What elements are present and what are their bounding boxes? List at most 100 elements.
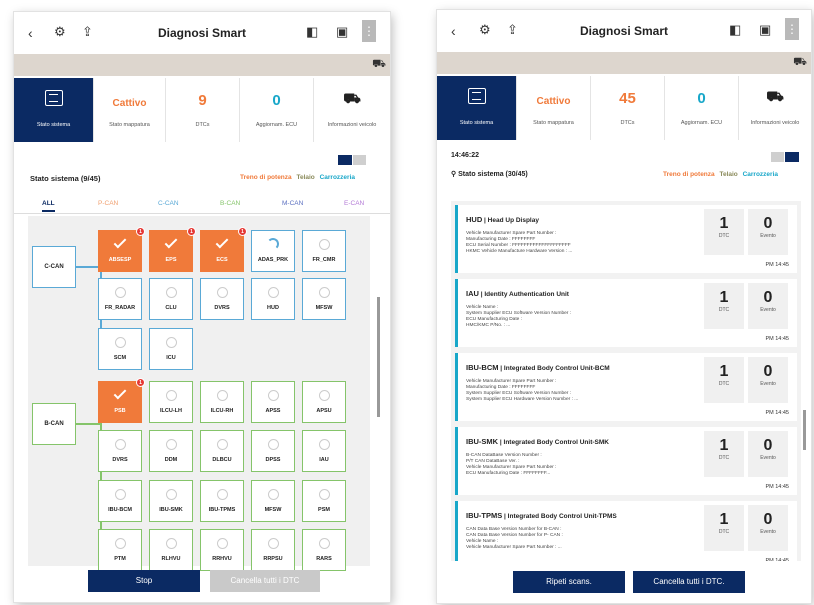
status-icon [267,538,279,549]
clear-all-dtc-button[interactable]: Cancella tutti i DTC [210,570,320,592]
stop-button[interactable]: Stop [88,570,200,592]
ecu-node[interactable]: DVRS [98,430,142,472]
dtc-counter[interactable]: 1 DTC [704,283,744,329]
ecu-node[interactable]: APSS [251,381,295,423]
ecu-card[interactable]: IBU-SMK | Integrated Body Control Unit-S… [455,427,797,495]
scrollbar[interactable] [377,297,380,417]
search-icon[interactable]: ⚲ [451,171,456,178]
list-view-icon[interactable] [785,152,799,162]
list-view-icon[interactable] [353,155,366,165]
tab-c-can[interactable]: C-CAN [158,200,179,207]
event-counter[interactable]: 0 Evento [748,357,788,403]
ecu-node[interactable]: ILCU-LH [149,381,193,423]
ecu-node[interactable]: ICU [149,328,193,370]
screenshot-icon[interactable]: ▣ [759,22,775,38]
bus-map: C-CAN B-CAN ABSESP 1 EPS 1 ECS 1 ADAS_PRK FR_CM… [28,216,370,571]
ecu-node[interactable]: IBU-BCM [98,480,142,522]
ecu-node[interactable]: DVRS [200,278,244,320]
screenshot-icon[interactable]: ▣ [336,24,352,40]
tab-m-can[interactable]: M-CAN [282,200,303,207]
event-counter[interactable]: 0 Evento [748,209,788,255]
tab-all[interactable]: ALL [42,200,55,212]
vehicle-strip: ⛟ [14,54,390,76]
tab-dtcs[interactable]: 9 DTCs [166,78,240,142]
tab-system-status[interactable]: Stato sistema [14,78,94,142]
ecu-node[interactable]: HUD [251,278,295,320]
ecu-node[interactable]: RRHVU [200,529,244,571]
ecu-node[interactable]: PSM [302,480,346,522]
ecu-name: ECS [216,257,228,263]
ecu-node[interactable]: APSU [302,381,346,423]
more-menu-icon[interactable]: ⋮ [362,20,376,42]
ecu-node[interactable]: IBU-TPMS [200,480,244,522]
scrollbar[interactable] [803,410,806,450]
top-bar: ‹ ⚙ ⇪ Diagnosi Smart ◧ ▣ ⋮ [14,12,390,54]
ecu-node[interactable]: PSB 1 [98,378,145,423]
tab-system-status[interactable]: Stato sistema [437,76,517,140]
dtc-counter-value: 1 [719,215,729,232]
ecu-node[interactable]: SCM [98,328,142,370]
ecu-node[interactable]: IAU [302,430,346,472]
event-counter[interactable]: 0 Evento [748,431,788,477]
tab-e-can[interactable]: E-CAN [344,200,364,207]
filter-chassis[interactable]: Telaio [719,171,737,178]
more-menu-icon[interactable]: ⋮ [785,18,799,40]
filter-powertrain[interactable]: Treno di potenza [240,174,292,181]
system-status-icon [44,90,63,106]
tab-b-can[interactable]: B-CAN [220,200,240,207]
tab-dtcs[interactable]: 45 DTCs [591,76,665,140]
filter-body[interactable]: Carrozzeria [743,171,778,178]
rescan-button[interactable]: Ripeti scans. [513,571,625,593]
ecu-node[interactable]: ADAS_PRK [251,230,295,272]
tab-vehicle-info[interactable]: ⛟ Informazioni veicolo [314,78,390,142]
ecu-node[interactable]: ABSESP 1 [98,227,145,272]
ecu-card[interactable]: IBU-TPMS | Integrated Body Control Unit-… [455,501,797,561]
ecu-node[interactable]: MFSW [251,480,295,522]
ecu-node[interactable]: MFSW [302,278,346,320]
filter-powertrain[interactable]: Treno di potenza [663,171,715,178]
tab-vehicle-info[interactable]: ⛟ Informazioni veicolo [739,76,811,140]
dtc-counter[interactable]: 1 DTC [704,505,744,551]
tab-ecu-updates[interactable]: 0 Aggiornam. ECU [240,78,314,142]
filter-body[interactable]: Carrozzeria [320,174,355,181]
tab-p-can[interactable]: P-CAN [98,200,118,207]
dtc-counter[interactable]: 1 DTC [704,431,744,477]
tab-ecu-updates[interactable]: 0 Aggiornam. ECU [665,76,739,140]
dtc-counter[interactable]: 1 DTC [704,209,744,255]
ecu-node[interactable]: IBU-SMK [149,480,193,522]
ecu-node[interactable]: CLU [149,278,193,320]
check-icon [113,386,127,400]
tab-mapping-status[interactable]: Cattivo Stato mappatura [517,76,591,140]
ecu-name: RLHVU [161,556,181,562]
ecu-card[interactable]: IBU-BCM | Integrated Body Control Unit-B… [455,353,797,421]
ecu-node[interactable]: DLBCU [200,430,244,472]
ecu-node[interactable]: RLHVU [149,529,193,571]
connection-icon[interactable]: ◧ [306,24,322,40]
ecu-name: ABSESP [108,257,132,263]
dtc-counter-label: DTC [718,455,730,461]
ecu-node[interactable]: PTM [98,529,142,571]
event-counter-value: 0 [763,215,773,232]
tab-mapping-status[interactable]: Cattivo Stato mappatura [94,78,166,142]
event-counter[interactable]: 0 Evento [748,283,788,329]
ecu-node[interactable]: ECS 1 [200,227,247,272]
view-toggle[interactable] [771,152,799,162]
map-view-icon[interactable] [771,152,784,162]
clear-all-dtc-button[interactable]: Cancella tutti i DTC. [633,571,745,593]
dtc-counter[interactable]: 1 DTC [704,357,744,403]
ecu-node[interactable]: DDM [149,430,193,472]
ecu-card[interactable]: IAU | Identity Authentication Unit Vehicl… [455,279,797,347]
ecu-node[interactable]: FR_CMR [302,230,346,272]
map-view-icon[interactable] [338,155,352,165]
ecu-card[interactable]: HUD | Head Up Display Vehicle Manufacture… [455,205,797,273]
event-counter[interactable]: 0 Evento [748,505,788,551]
filter-chassis[interactable]: Telaio [296,174,314,181]
ecu-node[interactable]: DPSS [251,430,295,472]
connection-icon[interactable]: ◧ [729,22,745,38]
ecu-node[interactable]: FR_RADAR [98,278,142,320]
ecu-node[interactable]: RRPSU [251,529,295,571]
ecu-node[interactable]: RARS [302,529,346,571]
ecu-node[interactable]: ILCU-RH [200,381,244,423]
view-toggle[interactable] [338,155,366,165]
ecu-node[interactable]: EPS 1 [149,227,196,272]
